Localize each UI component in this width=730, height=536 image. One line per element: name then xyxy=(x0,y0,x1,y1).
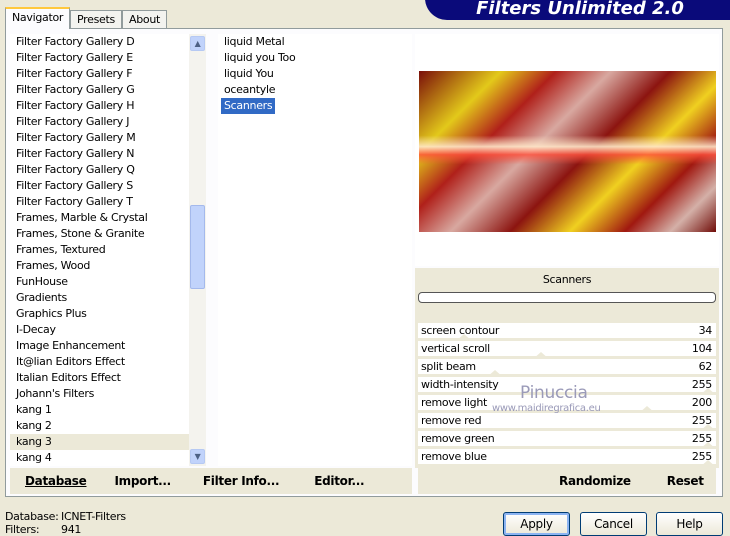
category-item[interactable]: Italian Editors Effect xyxy=(10,370,189,386)
tab-about[interactable]: About xyxy=(122,10,168,29)
slider-thumb[interactable] xyxy=(639,406,656,413)
category-item[interactable]: kang 3 xyxy=(10,434,189,450)
preview-image xyxy=(419,71,716,232)
filter-list[interactable]: liquid Metal liquid you Too liquid You ocea… xyxy=(218,34,412,466)
left-button-bar: Database Import... Filter Info... Editor… xyxy=(10,468,412,494)
category-item[interactable]: Filter Factory Gallery Q xyxy=(10,162,189,178)
database-button[interactable]: Database xyxy=(25,474,87,488)
category-item[interactable]: Filter Factory Gallery F xyxy=(10,66,189,82)
param-value: 34 xyxy=(698,324,713,337)
slider-thumb[interactable] xyxy=(700,460,716,467)
param-slider[interactable]: remove red 255 xyxy=(418,413,716,431)
param-slider[interactable]: screen contour 34 xyxy=(418,323,716,341)
slider-thumb[interactable] xyxy=(700,442,716,449)
category-item[interactable]: Frames, Textured xyxy=(10,242,189,258)
scroll-thumb[interactable] xyxy=(190,205,205,289)
param-label: split beam xyxy=(421,360,476,373)
category-item[interactable]: Graphics Plus xyxy=(10,306,189,322)
param-label: remove blue xyxy=(421,450,487,463)
app-title-banner: Filters Unlimited 2.0 xyxy=(425,0,730,20)
slider-thumb[interactable] xyxy=(700,424,716,431)
scroll-up-icon[interactable]: ▲ xyxy=(190,36,205,51)
slider-thumb[interactable] xyxy=(533,352,549,359)
filter-item[interactable]: Scanners xyxy=(221,98,276,114)
param-value: 200 xyxy=(691,396,712,409)
category-item[interactable]: Frames, Wood xyxy=(10,258,189,274)
tab-presets[interactable]: Presets xyxy=(70,10,122,29)
param-value: 104 xyxy=(691,342,712,355)
category-scrollbar[interactable]: ▲ ▼ xyxy=(189,34,206,466)
cancel-button[interactable]: Cancel xyxy=(580,512,647,536)
reset-button[interactable]: Reset xyxy=(667,474,704,488)
category-item[interactable]: Filter Factory Gallery G xyxy=(10,82,189,98)
category-item[interactable]: Filter Factory Gallery E xyxy=(10,50,189,66)
param-slider[interactable]: split beam 62 xyxy=(418,359,716,377)
filter-info-button[interactable]: Filter Info... xyxy=(203,474,280,488)
slider-thumb[interactable] xyxy=(455,334,472,341)
slider-thumb[interactable] xyxy=(700,388,716,395)
randomize-button[interactable]: Randomize xyxy=(559,474,631,488)
help-button[interactable]: Help xyxy=(656,512,723,536)
category-item[interactable]: FunHouse xyxy=(10,274,189,290)
apply-button[interactable]: Apply xyxy=(503,512,570,536)
category-item[interactable]: kang 4 xyxy=(10,450,189,466)
param-label: vertical scroll xyxy=(421,342,490,355)
category-item[interactable]: Filter Factory Gallery S xyxy=(10,178,189,194)
category-item[interactable]: Filter Factory Gallery H xyxy=(10,98,189,114)
tab-navigator[interactable]: Navigator xyxy=(5,7,71,29)
right-button-bar: Randomize Reset xyxy=(418,468,716,494)
category-item[interactable]: Filter Factory Gallery N xyxy=(10,146,189,162)
param-slider[interactable]: vertical scroll 104 xyxy=(418,341,716,359)
category-item[interactable]: Johann's Filters xyxy=(10,386,189,402)
category-item[interactable]: Filter Factory Gallery M xyxy=(10,130,189,146)
param-value: 62 xyxy=(698,360,713,373)
slider-thumb[interactable] xyxy=(486,370,503,377)
category-item[interactable]: Frames, Marble & Crystal xyxy=(10,210,189,226)
database-label: Database: xyxy=(5,510,59,523)
filters-count-value: 941 xyxy=(61,523,82,536)
preview-area xyxy=(415,34,719,266)
param-label: remove light xyxy=(421,396,488,409)
filters-count-label: Filters: xyxy=(5,523,40,536)
filter-item[interactable]: liquid Metal xyxy=(218,34,412,50)
param-slider[interactable]: remove green 255 xyxy=(418,431,716,449)
database-value: ICNET-Filters xyxy=(61,510,126,523)
filter-name-label: Scanners xyxy=(542,273,592,286)
category-item[interactable]: Gradients xyxy=(10,290,189,306)
filter-item[interactable]: liquid you Too xyxy=(218,50,412,66)
param-slider[interactable]: remove blue 255 xyxy=(418,449,716,467)
category-item[interactable]: Frames, Stone & Granite xyxy=(10,226,189,242)
category-item[interactable]: Filter Factory Gallery D xyxy=(10,34,189,50)
editor-button[interactable]: Editor... xyxy=(314,474,364,488)
category-item[interactable]: It@lian Editors Effect xyxy=(10,354,189,370)
filter-item[interactable]: liquid You xyxy=(218,66,412,82)
category-list[interactable]: Filter Factory Gallery D Filter Factory G… xyxy=(10,34,189,466)
category-item[interactable]: kang 1 xyxy=(10,402,189,418)
param-label: remove red xyxy=(421,414,482,427)
category-item[interactable]: I-Decay xyxy=(10,322,189,338)
category-item[interactable]: Filter Factory Gallery J xyxy=(10,114,189,130)
import-button[interactable]: Import... xyxy=(114,474,171,488)
category-item[interactable]: kang 2 xyxy=(10,418,189,434)
category-item[interactable]: Image Enhancement xyxy=(10,338,189,354)
param-label: remove green xyxy=(421,432,495,445)
param-label: width-intensity xyxy=(421,378,499,391)
watermark-url: www.maidiregrafica.eu xyxy=(492,403,601,414)
progress-bar xyxy=(418,292,716,303)
watermark-name: Pinuccia xyxy=(520,383,588,403)
category-item[interactable]: Filter Factory Gallery T xyxy=(10,194,189,210)
scroll-down-icon[interactable]: ▼ xyxy=(190,449,205,464)
filter-item[interactable]: oceantyle xyxy=(218,82,412,98)
